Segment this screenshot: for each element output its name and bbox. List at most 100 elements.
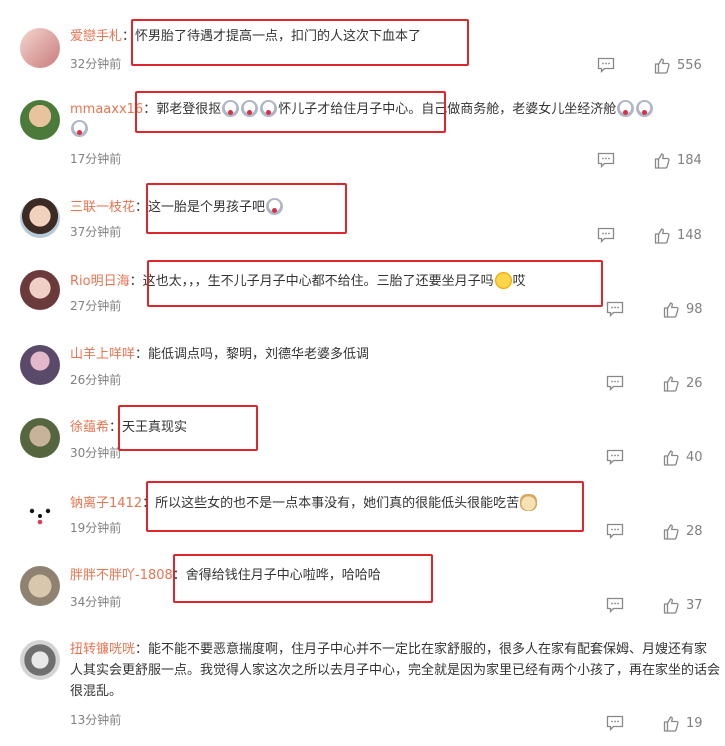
reply-button[interactable] [597, 225, 615, 245]
colon: ： [122, 29, 136, 44]
comment-icon [606, 715, 624, 731]
reply-button[interactable] [606, 299, 624, 319]
like-count: 19 [686, 715, 703, 731]
reply-button[interactable] [606, 447, 624, 467]
timestamp: 17分钟前 [70, 152, 122, 166]
like-count: 26 [686, 375, 703, 391]
timestamp: 37分钟前 [70, 225, 122, 239]
like-count: 28 [686, 523, 703, 539]
like-button[interactable]: 19 [663, 713, 703, 733]
comment-icon [597, 57, 615, 73]
avatar[interactable] [20, 418, 60, 458]
comment-icon [606, 449, 624, 465]
comment-text: 天王真现实 [122, 420, 188, 435]
comment-icon [597, 227, 615, 243]
timestamp: 26分钟前 [70, 373, 122, 387]
thumbs-up-icon [663, 375, 679, 392]
emoji-icon [520, 494, 538, 511]
like-button[interactable]: 28 [663, 521, 703, 541]
thumbs-up-icon [663, 597, 679, 614]
username[interactable]: 徐蕴希 [70, 420, 109, 435]
like-button[interactable]: 37 [663, 595, 703, 615]
comment-icon [606, 523, 624, 539]
timestamp: 34分钟前 [70, 595, 122, 609]
like-button[interactable]: 40 [663, 447, 703, 467]
like-count: 98 [686, 301, 703, 317]
timestamp: 13分钟前 [70, 713, 122, 727]
like-button[interactable]: 98 [663, 299, 703, 319]
comment-text: 所以这些女的也不是一点本事没有，她们真的很能低头很能吃苦 [155, 496, 520, 511]
like-button[interactable]: 184 [654, 150, 702, 170]
like-button[interactable]: 26 [663, 373, 703, 393]
timestamp: 30分钟前 [70, 446, 122, 460]
colon: ： [109, 420, 123, 435]
reply-button[interactable] [606, 521, 624, 541]
like-count: 37 [686, 597, 703, 613]
avatar[interactable] [20, 345, 60, 385]
reply-button[interactable] [597, 55, 615, 75]
like-button[interactable]: 556 [654, 55, 702, 75]
emoji-icon [241, 100, 259, 117]
avatar[interactable] [20, 198, 60, 238]
comment-text: 能低调点吗，黎明，刘德华老婆多低调 [148, 347, 370, 362]
timestamp: 19分钟前 [70, 521, 122, 535]
thumbs-up-icon [654, 227, 670, 244]
username[interactable]: 爱戀手札 [70, 29, 122, 44]
emoji-icon [266, 198, 284, 215]
thumbs-up-icon [663, 301, 679, 318]
comment-icon [606, 597, 624, 613]
like-count: 40 [686, 449, 703, 465]
comment-text: 怀儿子才给住月子中心。自己做商务舱，老婆女儿坐经济舱 [278, 102, 617, 117]
avatar[interactable] [20, 28, 60, 68]
colon: ： [135, 200, 149, 215]
like-button[interactable]: 148 [654, 225, 702, 245]
colon: ： [172, 568, 186, 583]
emoji-icon [71, 120, 88, 137]
comment-icon [606, 301, 624, 317]
username[interactable]: 胖胖不胖吖-1808 [70, 568, 173, 583]
like-count: 148 [677, 227, 702, 243]
username[interactable]: 钠离子1412 [70, 496, 142, 511]
timestamp: 32分钟前 [70, 57, 122, 71]
username[interactable]: mmaaxx16 [70, 102, 143, 117]
reply-button[interactable] [597, 150, 615, 170]
avatar[interactable] [20, 493, 60, 533]
thumbs-up-icon [654, 57, 670, 74]
thumbs-up-icon [654, 152, 670, 169]
like-count: 556 [677, 57, 702, 73]
reply-button[interactable] [606, 595, 624, 615]
reply-button[interactable] [606, 373, 624, 393]
comment-text: 这一胎是个男孩子吧 [148, 200, 266, 215]
avatar[interactable] [20, 270, 60, 310]
colon: ： [129, 274, 143, 289]
avatar[interactable] [20, 640, 60, 680]
emoji-icon [636, 100, 654, 117]
emoji-icon [617, 100, 635, 117]
comment-icon [606, 375, 624, 391]
thumbs-up-icon [663, 449, 679, 466]
like-count: 184 [677, 152, 702, 168]
emoji-icon [260, 100, 278, 117]
comment-text: 舍得给钱住月子中心啦哗，哈哈哈 [185, 568, 381, 583]
comment-text: 能不能不要恶意揣度啊，住月子中心并不一定比在家舒服的，很多人在家有配套保姆、月嫂… [70, 642, 721, 699]
thumbs-up-icon [663, 715, 679, 732]
comment-icon [597, 152, 615, 168]
emoji-icon [494, 272, 512, 289]
thumbs-up-icon [663, 523, 679, 540]
username[interactable]: 扭转镰咣咣 [70, 642, 135, 657]
colon: ： [135, 347, 149, 362]
comment-text: 这也太，，，生不儿子月子中心都不给住。三胎了还要坐月子吗 [142, 274, 494, 289]
colon: ： [143, 102, 157, 117]
avatar[interactable] [20, 100, 60, 140]
avatar[interactable] [20, 566, 60, 606]
username[interactable]: Rio明日海 [70, 274, 130, 289]
reply-button[interactable] [606, 713, 624, 733]
timestamp: 27分钟前 [70, 299, 122, 313]
username[interactable]: 三联一枝花 [70, 200, 135, 215]
username[interactable]: 山羊上咩咩 [70, 347, 135, 362]
comment-text: 哎 [512, 274, 526, 289]
colon: ： [142, 496, 156, 511]
emoji-icon [222, 100, 240, 117]
colon: ： [135, 642, 149, 657]
panda-face-icon [29, 508, 51, 525]
